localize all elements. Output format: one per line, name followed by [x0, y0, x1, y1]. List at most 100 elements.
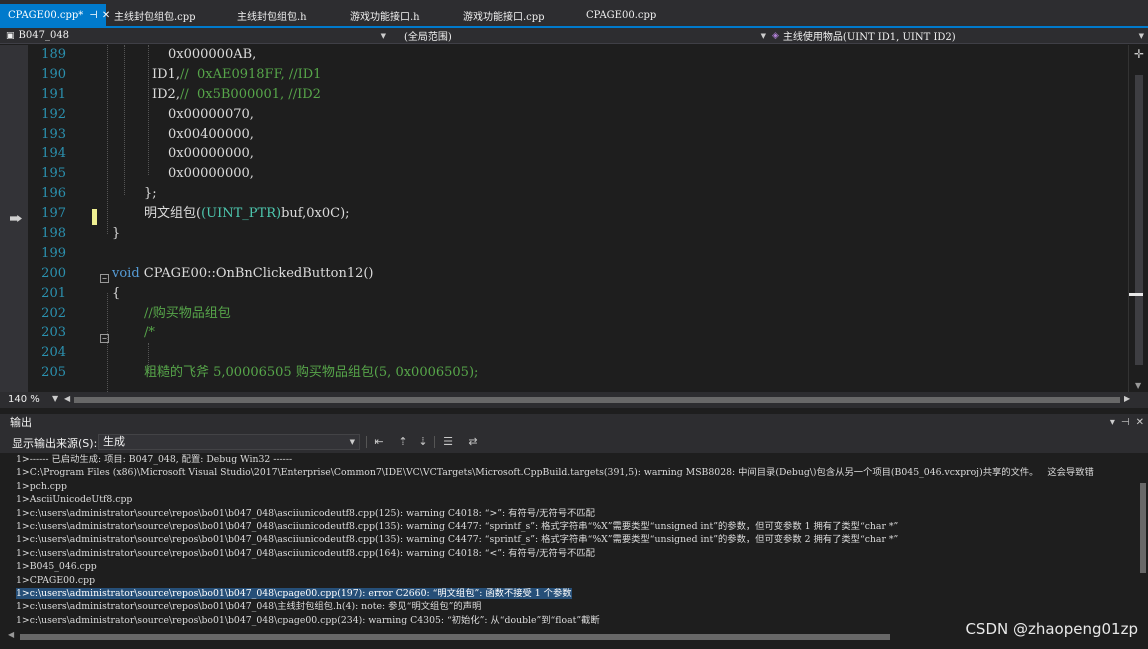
member-dropdown[interactable]: ◈ 主线使用物品(UINT ID1, UINT ID2) ▼: [772, 28, 1148, 44]
chevron-down-icon: ▼: [760, 31, 766, 40]
code-line: /*: [144, 325, 155, 341]
scroll-left-icon[interactable]: ◀: [64, 394, 70, 403]
output-title-label: 输出: [10, 416, 32, 429]
scroll-left-icon[interactable]: ◀: [8, 630, 14, 639]
glyph-margin[interactable]: [0, 45, 28, 392]
tab-mainline-packet-h[interactable]: 主线封包组包.h: [229, 4, 342, 26]
tab-label: 游戏功能接口.h: [350, 11, 420, 23]
pin-icon[interactable]: ⊣: [1121, 414, 1130, 431]
tab-cpage00-cpp-modified[interactable]: CPAGE00.cpp* ⊣ ✕: [0, 4, 110, 26]
output-line[interactable]: 1>------ 已启动生成: 项目: B047_048, 配置: Debug …: [0, 453, 1138, 466]
output-panel-title: 输出 ▾ ⊣ ✕: [0, 414, 1148, 431]
close-icon[interactable]: ✕: [1136, 414, 1144, 431]
output-line-selected-error[interactable]: 1>c:\users\administrator\source\repos\bo…: [0, 587, 1138, 600]
code-line: 0x00000070,: [168, 106, 254, 122]
output-line[interactable]: 1>pch.cpp: [0, 480, 1138, 493]
watermark: CSDN @zhaopeng01zp: [965, 620, 1138, 638]
editor-status-strip: 140 % ▼ ◀ ▶: [0, 392, 1148, 408]
tab-cpage00-cpp[interactable]: CPAGE00.cpp: [578, 4, 678, 26]
output-source-value: 生成: [103, 435, 125, 448]
line-number: 201: [41, 285, 66, 301]
chevron-down-icon: ▼: [349, 438, 355, 446]
method-icon: ◈: [772, 30, 779, 41]
tab-game-interface-cpp[interactable]: 游戏功能接口.cpp: [455, 4, 578, 26]
horizontal-scrollbar-thumb[interactable]: [74, 397, 1120, 403]
line-number: 190: [41, 66, 66, 82]
code-line: 0x00000000,: [168, 166, 254, 182]
output-line[interactable]: 1>B045_046.cpp: [0, 560, 1138, 573]
tab-label: 主线封包组包.cpp: [114, 11, 196, 23]
toolbar-separator: [366, 436, 367, 448]
zoom-level[interactable]: 140 %: [8, 394, 40, 405]
code-line: ID2,// 0x5B000001, //ID2: [152, 86, 321, 102]
line-number: 192: [41, 106, 66, 122]
line-number: 193: [41, 126, 66, 142]
line-number: 197: [41, 206, 66, 222]
chevron-down-icon: ▼: [380, 31, 386, 40]
code-line: };: [144, 186, 157, 202]
tab-mainline-packet-cpp[interactable]: 主线封包组包.cpp: [106, 4, 229, 26]
word-wrap-icon[interactable]: ⇄: [466, 435, 480, 448]
output-line[interactable]: 1>c:\users\administrator\source\repos\bo…: [0, 520, 1138, 533]
scope-dropdown[interactable]: (全局范围) ▼: [404, 28, 770, 44]
output-line[interactable]: 1>c:\users\administrator\source\repos\bo…: [0, 600, 1138, 613]
tab-label: CPAGE00.cpp*: [8, 9, 84, 21]
scrollbar-thumb[interactable]: [1140, 483, 1146, 573]
output-line[interactable]: 1>AsciiUnicodeUtf8.cpp: [0, 493, 1138, 506]
toolbar-separator: [434, 436, 435, 448]
find-message-icon[interactable]: ⇤: [372, 435, 386, 448]
code-line: {: [112, 285, 121, 301]
code-line: 0x00400000,: [168, 126, 254, 142]
code-line: //购买物品组包: [144, 305, 231, 321]
code-editor[interactable]: 189 190 191 192 193 194 195 196 197 198 …: [0, 45, 1148, 392]
zoom-dropdown-icon[interactable]: ▼: [52, 394, 58, 403]
previous-message-icon[interactable]: ⇡: [396, 435, 410, 448]
code-line: }: [112, 226, 121, 242]
output-line[interactable]: 1>C:\Program Files (x86)\Microsoft Visua…: [0, 466, 1138, 479]
panel-options-icon[interactable]: ▾: [1110, 414, 1115, 431]
line-number: 195: [41, 166, 66, 182]
scrollbar-thumb[interactable]: [20, 634, 890, 640]
output-line[interactable]: 1>c:\users\administrator\source\repos\bo…: [0, 547, 1138, 560]
output-line[interactable]: 1>c:\users\administrator\source\repos\bo…: [0, 507, 1138, 520]
line-number-gutter: 189 190 191 192 193 194 195 196 197 198 …: [28, 45, 68, 383]
scroll-right-icon[interactable]: ▶: [1124, 394, 1130, 403]
code-line: 0x000000AB,: [168, 47, 257, 62]
output-line[interactable]: 1>c:\users\administrator\source\repos\bo…: [0, 533, 1138, 546]
output-line[interactable]: 1>CPAGE00.cpp: [0, 574, 1138, 587]
split-plus-icon[interactable]: ✛: [1134, 47, 1144, 61]
project-icon: ▣: [6, 30, 15, 41]
line-number: 198: [41, 226, 66, 242]
scroll-down-icon[interactable]: ▼: [1135, 381, 1141, 390]
tab-label: 主线封包组包.h: [237, 11, 307, 23]
line-number: 204: [41, 345, 66, 361]
output-toolbar: 显示输出来源(S): 生成 ▼ ⇤ ⇡ ⇣ ☰ ⇄: [0, 431, 1148, 453]
next-message-icon[interactable]: ⇣: [416, 435, 430, 448]
output-source-select[interactable]: 生成 ▼: [98, 434, 360, 450]
tab-label: CPAGE00.cpp: [586, 9, 657, 21]
current-statement-arrow-icon: [10, 215, 22, 222]
scrollbar-thumb[interactable]: [1135, 75, 1143, 365]
output-vertical-scrollbar[interactable]: [1138, 453, 1148, 629]
document-tab-strip: CPAGE00.cpp* ⊣ ✕ 主线封包组包.cpp 主线封包组包.h 游戏功…: [0, 0, 1148, 26]
clear-all-icon[interactable]: ☰: [441, 435, 455, 448]
project-dropdown[interactable]: ▣ B047_048 ▼: [6, 28, 390, 43]
pin-icon[interactable]: ⊣: [89, 10, 98, 21]
tab-game-interface-h[interactable]: 游戏功能接口.h: [342, 4, 455, 26]
caret-position-marker: [1129, 293, 1143, 296]
output-text-area[interactable]: 1>------ 已启动生成: 项目: B047_048, 配置: Debug …: [0, 453, 1138, 629]
chevron-down-icon: ▼: [1138, 31, 1144, 40]
tab-label: 游戏功能接口.cpp: [463, 11, 545, 23]
editor-vertical-scrollbar[interactable]: ✛ ▼: [1128, 45, 1148, 392]
code-line: 粗糙的飞斧 5,00006505 购买物品组包(5, 0x0006505);: [144, 365, 479, 381]
scope-name: (全局范围): [404, 32, 452, 43]
code-line-current: 明文组包((UINT_PTR)buf,0x0C);: [144, 206, 350, 222]
output-source-label: 显示输出来源(S):: [12, 437, 98, 450]
code-line: ID1,// 0xAE0918FF, //ID1: [152, 66, 322, 82]
line-number: 202: [41, 305, 66, 321]
line-number: 200: [41, 265, 66, 281]
code-line: void CPAGE00::OnBnClickedButton12(): [112, 265, 374, 281]
code-lines[interactable]: 0x000000AB, ID1,// 0xAE0918FF, //ID1 ID2…: [68, 45, 1128, 383]
line-number: 189: [41, 47, 66, 62]
